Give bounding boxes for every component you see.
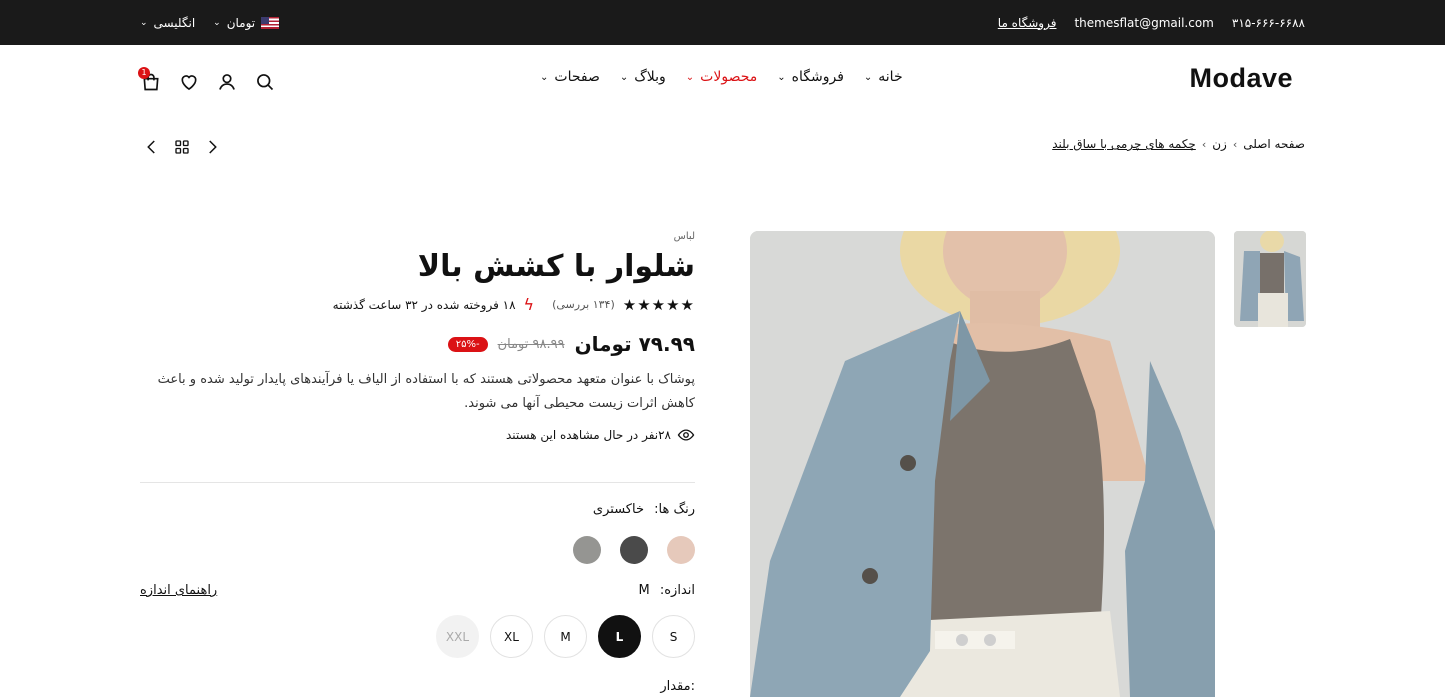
rating-stars: ★★★★★ (622, 295, 695, 314)
color-swatch-gray[interactable] (573, 536, 601, 564)
viewers-text: ۲۸نفر در حال مشاهده این هستند (505, 428, 671, 442)
current-price: ۷۹.۹۹ تومان (574, 332, 695, 356)
review-count[interactable]: (۱۳۴ بررسی) (552, 298, 615, 311)
color-swatch-beige[interactable] (667, 536, 695, 564)
size-options: S L M XL XXL (436, 615, 695, 658)
nav-label: فروشگاه (791, 69, 844, 85)
grid-icon (175, 140, 189, 154)
chevron-down-icon: ⌄ (140, 17, 148, 28)
product-thumbnail-image (1234, 231, 1306, 327)
chevron-down-icon: ⌄ (863, 71, 873, 83)
product-info: لباس شلوار با کشش بالا ★★★★★ (۱۳۴ بررسی)… (140, 231, 695, 444)
our-store-link[interactable]: فروشگاه ما (998, 16, 1057, 30)
nav-item-home[interactable]: خانه ⌄ (864, 69, 903, 85)
size-label: اندازه: M (639, 583, 696, 598)
product-meta: ★★★★★ (۱۳۴ بررسی) ϟ ۱۸ فروخته شده در ۳۲ … (140, 295, 695, 314)
chevron-down-icon: ⌄ (777, 71, 786, 83)
eye-icon (677, 429, 695, 441)
product-description: پوشاک با عنوان متعهد محصولاتی هستند که ب… (157, 372, 695, 411)
topbar-contact: فروشگاه ما themesflat@gmail.com ۳۱۵-۶۶۶-… (998, 0, 1305, 45)
site-logo[interactable]: Modave (1189, 63, 1293, 94)
previous-product-button[interactable] (143, 138, 161, 160)
chevron-down-icon: ⌄ (685, 71, 695, 83)
language-selector[interactable]: ⌄ انگلیسی (140, 16, 195, 30)
product-main-image[interactable] (750, 231, 1215, 697)
chevron-right-icon (209, 140, 217, 154)
main-nav: خانه ⌄ فروشگاه ⌄ محصولات ⌄ وبلاگ ⌄ صفحات… (540, 69, 903, 85)
divider (140, 482, 695, 483)
product-photo (750, 231, 1215, 697)
chevron-down-icon: ⌄ (540, 71, 549, 83)
nav-label: خانه (878, 69, 903, 85)
wishlist-button[interactable] (178, 71, 200, 93)
selected-color: خاکستری (592, 502, 644, 517)
product-category[interactable]: لباس (140, 231, 695, 242)
heart-icon (181, 75, 197, 91)
color-label: رنگ ها: خاکستری (593, 502, 695, 517)
chevron-left-icon (147, 140, 155, 154)
product-title: شلوار با کشش بالا (417, 249, 695, 284)
size-option[interactable]: M (544, 615, 587, 658)
size-option[interactable]: XL (490, 615, 533, 658)
size-option[interactable]: XXL (436, 615, 479, 658)
contact-phone[interactable]: ۳۱۵-۶۶۶-۶۶۸۸ (1232, 16, 1305, 30)
color-label-text: رنگ ها: (654, 502, 695, 517)
color-swatch-dark-gray[interactable] (620, 536, 648, 564)
product-navigation (143, 138, 221, 160)
top-bar: ⌄ انگلیسی ⌄ تومان فروشگاه ما themesflat@… (0, 0, 1445, 45)
user-icon (219, 74, 235, 90)
breadcrumb-home[interactable]: صفحه اصلی (1243, 137, 1305, 151)
size-option[interactable]: S (652, 615, 695, 658)
cart-count-badge: 1 (138, 67, 150, 79)
breadcrumb-current[interactable]: چکمه های چرمی با ساق بلند (1052, 137, 1196, 151)
old-price: ۹۸.۹۹ تومان (497, 336, 565, 352)
color-swatches (573, 536, 695, 564)
header-icons: 1 (138, 67, 276, 93)
size-option[interactable]: L (598, 615, 641, 658)
price-box: ۷۹.۹۹ تومان ۹۸.۹۹ تومان -۲۵% (140, 332, 695, 356)
account-button[interactable] (216, 71, 238, 93)
sold-count: ۱۸ فروخته شده در ۳۲ ساعت گذشته (332, 297, 516, 312)
chevron-down-icon: ⌄ (213, 17, 221, 28)
breadcrumb: صفحه اصلی ‹ زن ‹ چکمه های چرمی با ساق بل… (1052, 137, 1305, 151)
nav-item-pages[interactable]: صفحات ⌄ (540, 69, 600, 85)
chevron-down-icon: ⌄ (619, 71, 629, 83)
size-label-text: اندازه: (659, 583, 695, 598)
lightning-icon: ϟ (523, 295, 535, 314)
size-guide-link[interactable]: راهنمای اندازه (140, 583, 217, 598)
discount-badge: -۲۵% (447, 336, 488, 352)
topbar-selectors: ⌄ انگلیسی ⌄ تومان (140, 0, 280, 45)
chevron-left-icon: ‹ (1201, 137, 1207, 151)
all-products-button[interactable] (173, 138, 191, 160)
nav-label: صفحات (554, 69, 600, 85)
search-icon (257, 74, 274, 91)
chevron-left-icon: ‹ (1232, 137, 1238, 151)
language-label: انگلیسی (153, 15, 196, 30)
nav-item-shop[interactable]: فروشگاه ⌄ (777, 69, 844, 85)
nav-item-blog[interactable]: وبلاگ ⌄ (620, 69, 666, 85)
product-thumbnail[interactable] (1234, 231, 1306, 327)
currency-label: تومان (226, 15, 256, 30)
currency-selector[interactable]: ⌄ تومان (213, 15, 280, 30)
search-button[interactable] (254, 71, 276, 93)
main-header: Modave خانه ⌄ فروشگاه ⌄ محصولات ⌄ وبلاگ … (0, 45, 1445, 117)
quantity-label: مقدار: (660, 679, 695, 694)
nav-item-products[interactable]: محصولات ⌄ (686, 69, 757, 85)
breadcrumb-category[interactable]: زن (1212, 137, 1227, 151)
next-product-button[interactable] (203, 138, 221, 160)
cart-button[interactable]: 1 (138, 67, 162, 93)
live-viewers: ۲۸نفر در حال مشاهده این هستند (140, 426, 695, 444)
us-flag-icon (261, 16, 280, 29)
nav-label: وبلاگ (634, 69, 666, 85)
nav-label: محصولات (700, 69, 758, 85)
contact-email[interactable]: themesflat@gmail.com (1074, 16, 1213, 30)
selected-size: M (638, 583, 650, 598)
